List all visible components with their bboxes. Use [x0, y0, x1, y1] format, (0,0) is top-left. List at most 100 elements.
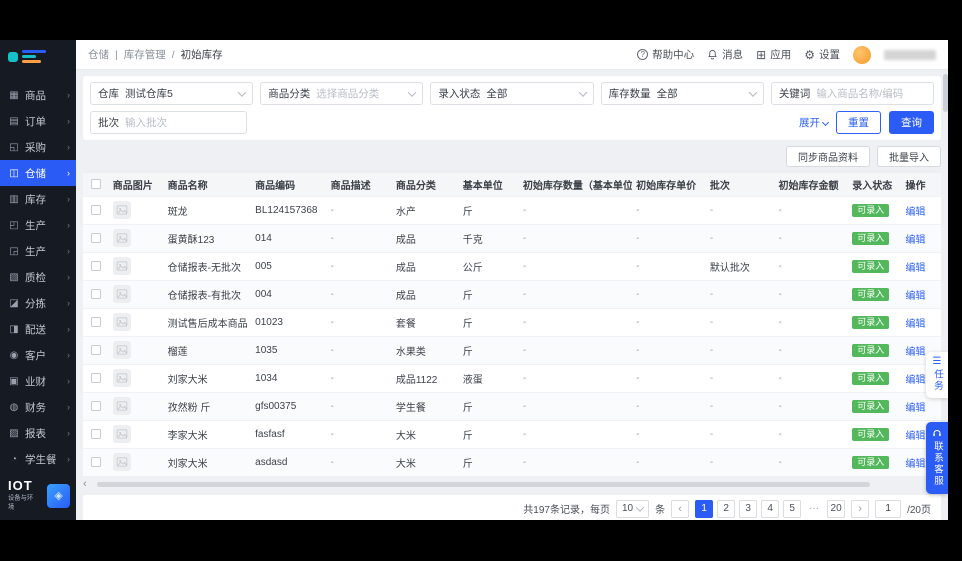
initial-amount-cell: -	[774, 447, 849, 476]
product-name-cell: 孜然粉 斤	[163, 391, 252, 420]
sidebar-item-7[interactable]: ◲ 生产 ›	[0, 238, 76, 264]
purchase-icon: ◱	[9, 141, 19, 153]
page-button-4[interactable]: 4	[761, 499, 780, 518]
page-button-3[interactable]: 3	[739, 499, 758, 518]
basic-unit-cell: 公斤	[458, 251, 519, 280]
page-button-2[interactable]: 2	[717, 499, 736, 518]
vertical-scrollbar-thumb[interactable]	[943, 74, 948, 112]
warehouse-select[interactable]: 仓库 测试仓库5	[90, 82, 254, 105]
row-checkbox[interactable]	[90, 457, 101, 468]
sidebar-item-13[interactable]: ◍ 财务 ›	[0, 394, 76, 420]
sidebar-item-14[interactable]: ▨ 报表 ›	[0, 420, 76, 446]
edit-link[interactable]: 编辑	[905, 235, 925, 246]
sidebar-item-10[interactable]: ◨ 配送 ›	[0, 316, 76, 342]
select-all-checkbox[interactable]	[90, 179, 101, 190]
column-header: 批次	[705, 173, 775, 196]
edit-link[interactable]: 编辑	[905, 375, 925, 386]
row-checkbox[interactable]	[90, 428, 101, 439]
page-button-1[interactable]: 1	[695, 499, 714, 518]
apps-button[interactable]: ⊞ 应用	[756, 47, 791, 62]
production2-icon: ◲	[9, 245, 19, 257]
status-badge: 可录入	[852, 455, 890, 469]
settings-button[interactable]: ⚙ 设置	[804, 47, 840, 62]
product-category-cell: 学生餐	[391, 391, 459, 420]
action-cell: 编辑	[901, 307, 941, 336]
chevron-right-icon: ›	[67, 90, 70, 100]
status-badge: 可录入	[852, 231, 890, 245]
reset-button[interactable]: 重置	[836, 111, 881, 134]
expand-toggle[interactable]: 展开	[799, 115, 830, 130]
product-image-cell	[108, 363, 164, 392]
product-code-cell: BL124157368	[251, 195, 327, 224]
sidebar-item-1[interactable]: ▦ 商品 ›	[0, 82, 76, 108]
batch-input[interactable]	[125, 116, 239, 129]
filter-card: 仓库 测试仓库5 商品分类 选择商品分类 录入状态 全部 库存数量 全部 关键词…	[83, 76, 941, 140]
sidebar-item-11[interactable]: ◉ 客户 ›	[0, 342, 76, 368]
batch-cell: -	[705, 195, 775, 224]
edit-link[interactable]: 编辑	[905, 347, 925, 358]
row-checkbox[interactable]	[90, 204, 101, 215]
row-checkbox[interactable]	[90, 232, 101, 243]
edit-link[interactable]: 编辑	[905, 263, 925, 274]
page-size-select[interactable]: 10	[615, 499, 650, 518]
batch-import-button[interactable]: 批量导入	[877, 146, 941, 167]
column-header: 初始库存单价	[632, 173, 706, 196]
sidebar-item-12[interactable]: ▣ 业财 ›	[0, 368, 76, 394]
initial-qty-cell: -	[518, 279, 633, 308]
table-row: 测试售后成本商品 01023- 套餐斤 - - - - 可录入 编辑	[83, 307, 941, 336]
page-button-20[interactable]: 20	[827, 499, 846, 518]
row-checkbox[interactable]	[90, 400, 101, 411]
page-button-5[interactable]: 5	[783, 499, 802, 518]
edit-link[interactable]: 编辑	[905, 319, 925, 330]
help-center-button[interactable]: ? 帮助中心	[637, 47, 694, 62]
product-image-cell	[108, 307, 164, 336]
sidebar-item-5[interactable]: ▥ 库存 ›	[0, 186, 76, 212]
status-cell: 可录入	[848, 195, 902, 224]
sidebar-item-3[interactable]: ◱ 采购 ›	[0, 134, 76, 160]
keyword-input[interactable]	[816, 87, 927, 100]
search-button[interactable]: 查询	[889, 111, 934, 134]
messages-button[interactable]: 消息	[707, 47, 743, 62]
pagination-bar: 共197条记录，每页 10 条 ‹ 12345···20 › /20页	[83, 495, 941, 520]
product-desc-cell: -	[326, 223, 392, 252]
row-checkbox[interactable]	[90, 316, 101, 327]
table-row: 孜然粉 斤 gfs00375- 学生餐斤 - - - - 可录入 编辑	[83, 391, 941, 420]
edit-link[interactable]: 编辑	[905, 207, 925, 218]
page-jump-input[interactable]	[875, 499, 902, 518]
initial-qty-cell: -	[518, 251, 633, 280]
row-checkbox[interactable]	[90, 344, 101, 355]
next-page-button[interactable]: ›	[851, 499, 870, 518]
category-select[interactable]: 商品分类 选择商品分类	[260, 82, 424, 105]
sidebar-item-15[interactable]: ◔ 学生餐 ›	[0, 446, 76, 472]
collapse-left-icon[interactable]: ‹	[83, 479, 87, 490]
row-checkbox[interactable]	[90, 260, 101, 271]
table-row: 刘家大米 1034- 成品1122 液蛋 - - - - 可录入 编辑	[83, 363, 941, 392]
edit-link[interactable]: 编辑	[905, 459, 925, 470]
sync-products-button[interactable]: 同步商品资料	[786, 146, 870, 167]
prev-page-button[interactable]: ‹	[671, 499, 690, 518]
row-select-cell	[83, 335, 109, 364]
edit-link[interactable]: 编辑	[905, 431, 925, 442]
entry-status-select[interactable]: 录入状态 全部	[430, 82, 594, 105]
sidebar-item-2[interactable]: ▤ 订单 ›	[0, 108, 76, 134]
chevron-right-icon: ›	[67, 272, 70, 282]
horizontal-scrollbar-thumb[interactable]	[96, 482, 871, 487]
reports-icon: ▨	[9, 427, 19, 439]
edit-link[interactable]: 编辑	[905, 403, 925, 414]
column-header: 操作	[901, 173, 941, 196]
row-checkbox[interactable]	[90, 288, 101, 299]
breadcrumb-section[interactable]: 库存管理	[124, 47, 166, 62]
row-checkbox[interactable]	[90, 372, 101, 383]
task-float-button[interactable]: ☰ 任务	[926, 352, 948, 398]
status-cell: 可录入	[848, 447, 902, 476]
user-avatar[interactable]	[853, 45, 871, 64]
sidebar-item-9[interactable]: ◪ 分拣 ›	[0, 290, 76, 316]
edit-link[interactable]: 编辑	[905, 291, 925, 302]
sidebar-item-4[interactable]: ◫ 仓储 ›	[0, 160, 76, 186]
breadcrumb-root[interactable]: 仓储	[88, 47, 109, 62]
chevron-right-icon: ›	[67, 454, 70, 464]
sidebar-item-6[interactable]: ◰ 生产 ›	[0, 212, 76, 238]
sidebar-item-8[interactable]: ▧ 质检 ›	[0, 264, 76, 290]
customer-service-float-button[interactable]: 联系客服	[926, 422, 948, 494]
stock-qty-select[interactable]: 库存数量 全部	[600, 82, 764, 105]
